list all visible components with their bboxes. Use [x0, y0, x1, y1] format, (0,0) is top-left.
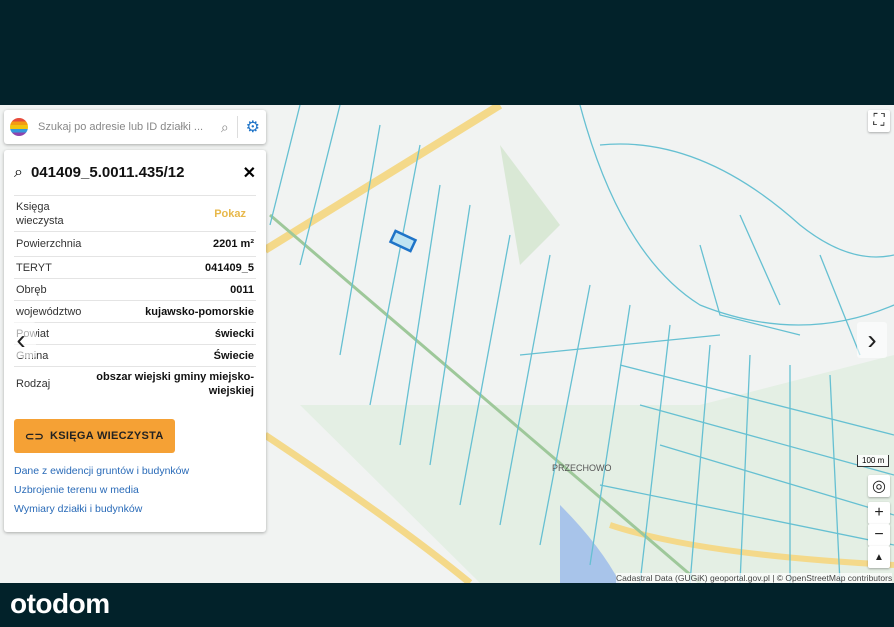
search-input[interactable]: Szukaj po adresie lub ID działki ... — [38, 121, 221, 133]
scale-bar: 100 m — [857, 455, 890, 467]
row-label: Księga wieczysta — [16, 200, 64, 227]
divider — [236, 116, 238, 138]
link-icon: ⊂⊃ — [25, 430, 45, 443]
place-label: PRZECHOWO — [552, 463, 612, 473]
zoom-in-button[interactable]: + — [868, 502, 890, 524]
row-value: kujawsko-pomorskie — [145, 305, 254, 318]
minus-icon: − — [874, 526, 884, 543]
row-label: TERYT — [16, 261, 52, 274]
row-label: województwo — [16, 305, 82, 318]
row-value: 0011 — [230, 283, 254, 296]
search-icon[interactable]: ⌕ — [221, 119, 229, 136]
locate-button[interactable]: ◎ — [868, 475, 890, 497]
row-value: 2201 m² — [213, 238, 254, 250]
row-value: obszar wiejski gminy miejsko-wiejskiej — [96, 371, 254, 397]
gear-icon[interactable]: ⚙ — [246, 117, 260, 137]
chevron-right-icon: › — [867, 324, 877, 355]
zoom-out-button[interactable]: − — [868, 524, 890, 546]
row-label: Obręb — [16, 283, 47, 296]
attribution: Cadastral Data (GUGiK) geoportal.gov.pl … — [616, 573, 893, 583]
link-utilities[interactable]: Uzbrojenie terenu w media — [14, 484, 256, 496]
crosshair-icon: ◎ — [872, 478, 886, 495]
prev-image-button[interactable]: ‹ — [6, 322, 36, 358]
row-label: Powierzchnia — [16, 238, 82, 250]
chevron-left-icon: ‹ — [16, 324, 26, 355]
fullscreen-button[interactable]: ⛶ — [868, 110, 890, 132]
link-dimensions[interactable]: Wymiary działki i budynków — [14, 503, 256, 515]
search-bar[interactable]: Szukaj po adresie lub ID działki ... ⌕ ⚙ — [4, 110, 266, 144]
parcel-info-card: ⌕ 041409_5.0011.435/12 ✕ Księga wieczyst… — [4, 150, 266, 532]
app-logo-icon — [10, 118, 28, 136]
show-kw-link[interactable]: Pokaz — [214, 208, 246, 220]
button-label: KSIĘGA WIECZYSTA — [50, 430, 164, 442]
row-value: świecki — [214, 327, 254, 340]
land-register-button[interactable]: ⊂⊃ KSIĘGA WIECZYSTA — [14, 419, 175, 453]
search-icon: ⌕ — [14, 163, 23, 181]
north-arrow-icon: ▲ — [874, 551, 884, 563]
row-value: 041409_5 — [205, 261, 254, 274]
compass-button[interactable]: ▲ — [868, 546, 890, 568]
close-icon[interactable]: ✕ — [243, 163, 256, 183]
next-image-button[interactable]: › — [857, 322, 887, 358]
brand-logo: otodom — [10, 588, 110, 619]
link-land-records[interactable]: Dane z ewidencji gruntów i budynków — [14, 465, 256, 477]
row-label: Rodzaj — [16, 378, 51, 390]
parcel-id: 041409_5.0011.435/12 — [30, 164, 185, 181]
plus-icon: + — [874, 504, 884, 521]
row-value: Świecie — [213, 349, 254, 362]
expand-icon: ⛶ — [873, 112, 885, 129]
